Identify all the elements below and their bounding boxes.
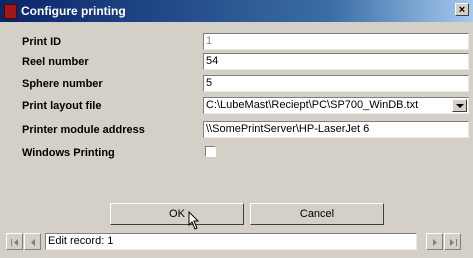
prev-record-icon bbox=[31, 239, 35, 246]
print-id-label: Print ID bbox=[22, 36, 62, 48]
print-id-row: Print ID 1 bbox=[0, 32, 473, 52]
print-layout-file-label: Print layout file bbox=[22, 100, 102, 112]
sphere-number-field[interactable]: 5 bbox=[203, 75, 469, 92]
mouse-cursor-icon bbox=[188, 211, 200, 230]
reel-number-row: Reel number 54 bbox=[0, 52, 473, 72]
configure-printing-window: Configure printing × Print ID 1 Reel num… bbox=[0, 0, 473, 258]
last-record-icon bbox=[450, 239, 457, 246]
windows-printing-row: Windows Printing bbox=[0, 143, 473, 163]
title-bar[interactable]: Configure printing × bbox=[0, 0, 473, 22]
app-icon bbox=[4, 4, 17, 19]
close-button[interactable]: × bbox=[455, 3, 469, 16]
cancel-button[interactable]: Cancel bbox=[250, 203, 384, 225]
print-layout-file-value: C:\LubeMast\Reciept\PC\SP700_WinDB.txt bbox=[206, 99, 419, 111]
first-record-button[interactable] bbox=[6, 233, 23, 250]
prev-record-button[interactable] bbox=[24, 233, 41, 250]
printer-module-address-label: Printer module address bbox=[22, 124, 145, 136]
last-record-button[interactable] bbox=[444, 233, 461, 250]
chevron-down-icon bbox=[456, 104, 464, 108]
reel-number-field[interactable]: 54 bbox=[203, 53, 469, 70]
printer-module-address-row: Printer module address \\SomePrintServer… bbox=[0, 120, 473, 140]
print-id-field: 1 bbox=[203, 33, 469, 50]
printer-module-address-field[interactable]: \\SomePrintServer\HP-LaserJet 6 bbox=[203, 121, 469, 138]
next-record-button[interactable] bbox=[426, 233, 443, 250]
first-record-icon bbox=[11, 239, 18, 246]
ok-button-label: OK bbox=[169, 208, 185, 220]
print-layout-file-select[interactable]: C:\LubeMast\Reciept\PC\SP700_WinDB.txt bbox=[203, 97, 469, 114]
cancel-button-label: Cancel bbox=[299, 208, 335, 220]
sphere-number-row: Sphere number 5 bbox=[0, 74, 473, 94]
record-status-field: Edit record: 1 bbox=[45, 233, 417, 250]
reel-number-label: Reel number bbox=[22, 56, 89, 68]
windows-printing-checkbox[interactable] bbox=[205, 146, 216, 157]
window-title: Configure printing bbox=[21, 4, 126, 18]
ok-button[interactable]: OK bbox=[110, 203, 244, 225]
next-record-icon bbox=[433, 239, 437, 246]
dropdown-button[interactable] bbox=[452, 99, 467, 112]
print-layout-file-row: Print layout file C:\LubeMast\Reciept\PC… bbox=[0, 96, 473, 116]
close-icon: × bbox=[458, 4, 466, 16]
record-navigator: Edit record: 1 bbox=[0, 232, 473, 252]
sphere-number-label: Sphere number bbox=[22, 78, 103, 90]
windows-printing-label: Windows Printing bbox=[22, 147, 115, 159]
